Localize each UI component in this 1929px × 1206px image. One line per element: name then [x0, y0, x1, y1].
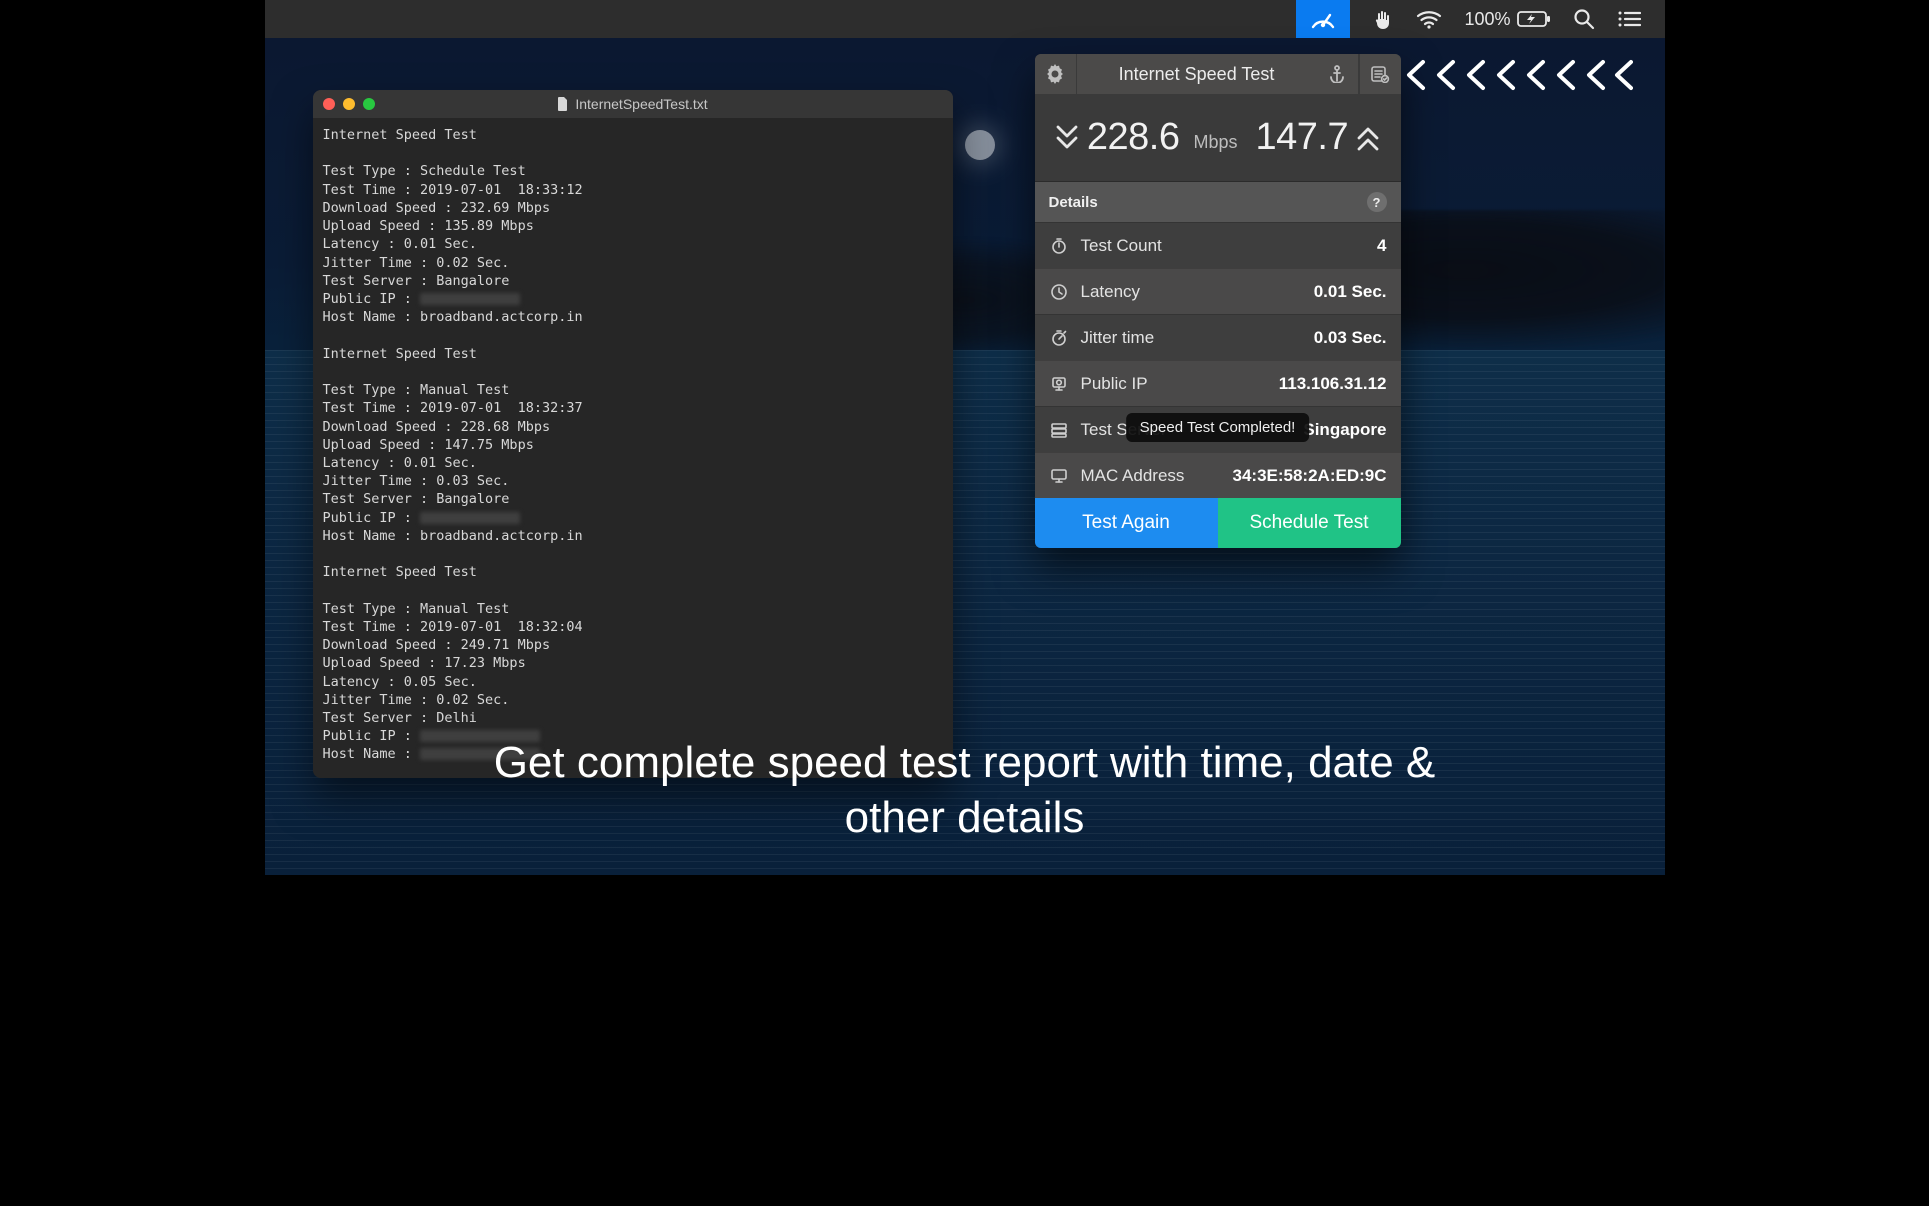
speedtest-panel: Internet Speed Test 228.6 Mbps 147.7: [1035, 54, 1401, 548]
panel-buttons: Test Again Schedule Test: [1035, 498, 1401, 548]
server-icon: [1049, 421, 1069, 439]
panel-title: Internet Speed Test: [1077, 64, 1317, 85]
detail-row-public-ip: Public IP 113.106.31.12: [1035, 360, 1401, 406]
detail-value: 34:3E:58:2A:ED:9C: [1233, 466, 1387, 486]
speed-unit: Mbps: [1193, 132, 1237, 153]
marketing-caption: Get complete speed test report with time…: [265, 735, 1665, 845]
stopwatch-icon: [1049, 237, 1069, 255]
detail-row-test-count: Test Count 4: [1035, 222, 1401, 268]
detail-value: 113.106.31.12: [1279, 374, 1387, 394]
detail-row-jitter-time: Jitter time 0.03 Sec.: [1035, 314, 1401, 360]
details-label: Details: [1049, 194, 1098, 211]
settings-gear-icon[interactable]: [1035, 54, 1077, 94]
download-speed: 228.6: [1087, 116, 1180, 159]
detail-value: 0.01 Sec.: [1314, 282, 1387, 302]
speed-display: 228.6 Mbps 147.7: [1035, 94, 1401, 182]
detail-label: Latency: [1081, 282, 1302, 302]
text-editor-content[interactable]: Internet Speed Test Test Type : Schedule…: [313, 118, 953, 778]
close-button[interactable]: [323, 98, 335, 110]
detail-value: Singapore: [1303, 420, 1386, 440]
detail-value: 0.03 Sec.: [1314, 328, 1387, 348]
detail-row-test-server: Test ServerSingaporeSpeed Test Completed…: [1035, 406, 1401, 452]
window-title: InternetSpeedTest.txt: [557, 96, 707, 112]
detail-label: Test Count: [1081, 236, 1366, 256]
callout-chevrons: [1413, 58, 1633, 92]
clock-icon: [1049, 283, 1069, 301]
detail-value: 4: [1377, 236, 1386, 256]
upload-arrows-icon: [1356, 123, 1380, 153]
text-editor-window[interactable]: InternetSpeedTest.txt Internet Speed Tes…: [313, 90, 953, 778]
battery-status[interactable]: 100%: [1464, 0, 1550, 38]
monitor-icon: [1049, 467, 1069, 485]
wifi-icon[interactable]: [1416, 0, 1442, 38]
panel-header: Internet Speed Test: [1035, 54, 1401, 94]
detail-row-mac-address: MAC Address 34:3E:58:2A:ED:9C: [1035, 452, 1401, 498]
window-traffic-lights: [323, 98, 375, 110]
battery-percent: 100%: [1464, 9, 1510, 30]
menu-bar: 100%: [265, 0, 1665, 38]
minimize-button[interactable]: [343, 98, 355, 110]
notification-center-icon[interactable]: [1617, 0, 1641, 38]
anchor-icon[interactable]: [1317, 54, 1359, 94]
detail-row-latency: Latency 0.01 Sec.: [1035, 268, 1401, 314]
ip-icon: [1049, 375, 1069, 393]
battery-charging-icon: [1517, 10, 1551, 28]
test-again-button[interactable]: Test Again: [1035, 498, 1218, 548]
spotlight-search-icon[interactable]: [1573, 0, 1595, 38]
speedtest-menubar-icon[interactable]: [1296, 0, 1350, 38]
hand-icon[interactable]: [1372, 0, 1394, 38]
details-header: Details ?: [1035, 182, 1401, 222]
detail-label: MAC Address: [1081, 466, 1221, 486]
upload-speed: 147.7: [1256, 116, 1349, 159]
desktop-screenshot: 100% InternetSpeedTest.txt: [265, 0, 1665, 875]
help-icon[interactable]: ?: [1367, 192, 1387, 212]
timer-icon: [1049, 329, 1069, 347]
window-titlebar[interactable]: InternetSpeedTest.txt: [313, 90, 953, 118]
schedule-test-button[interactable]: Schedule Test: [1218, 498, 1401, 548]
download-arrows-icon: [1055, 123, 1079, 153]
detail-label: Jitter time: [1081, 328, 1302, 348]
report-icon[interactable]: [1359, 54, 1401, 94]
fullscreen-button[interactable]: [363, 98, 375, 110]
detail-label: Public IP: [1081, 374, 1267, 394]
document-icon: [557, 97, 569, 111]
moon-decoration: [965, 130, 995, 160]
toast-message: Speed Test Completed!: [1126, 413, 1310, 442]
